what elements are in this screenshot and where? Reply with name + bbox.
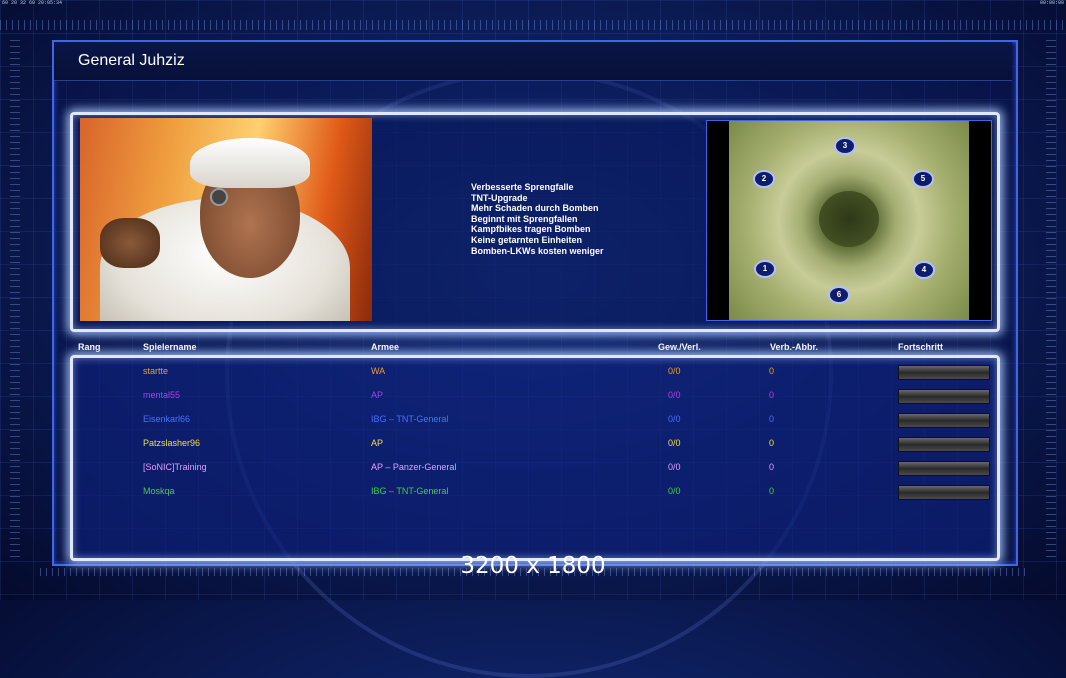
column-header-wins: Gew./Verl.: [658, 342, 701, 352]
player-name: Moskqa: [143, 486, 175, 496]
map-preview: 1 2 3 4 5 6: [706, 120, 992, 321]
column-header-player: Spielername: [143, 342, 197, 352]
player-name: Patzslasher96: [143, 438, 201, 448]
bonus-item: Mehr Schaden durch Bomben: [471, 203, 599, 214]
table-row[interactable]: Moskqa IBG – TNT-General 0/0 0: [70, 480, 994, 504]
progress-bar: [898, 485, 990, 500]
bonus-item: Kampfbikes tragen Bomben: [471, 224, 591, 235]
progress-bar: [898, 461, 990, 476]
start-slot-5: 5: [912, 170, 934, 188]
player-name: startte: [143, 366, 169, 376]
column-header-disconnects: Verb.-Abbr.: [770, 342, 819, 352]
bonus-item: Beginnt mit Sprengfallen: [471, 213, 578, 224]
player-wins-losses: 0/0: [668, 390, 681, 400]
bonus-item: TNT-Upgrade: [471, 192, 528, 203]
table-row[interactable]: startte WA 0/0 0: [70, 360, 994, 384]
column-header-progress: Fortschritt: [898, 342, 943, 352]
start-slot-2: 2: [753, 170, 775, 188]
start-slot-1: 1: [754, 260, 776, 278]
bonus-item: Bomben-LKWs kosten weniger: [471, 245, 604, 256]
map-terrain: 1 2 3 4 5 6: [729, 121, 969, 320]
player-disconnects: 0: [769, 390, 775, 400]
general-portrait: [80, 118, 372, 321]
portrait-hand: [100, 218, 160, 268]
player-army: AP: [371, 438, 384, 448]
portrait-headset-icon: [210, 188, 228, 206]
top-status-right: 00:00:00: [1039, 0, 1064, 6]
resolution-overlay: 3200 x 1800: [460, 553, 606, 579]
progress-bar: [898, 389, 990, 404]
table-row[interactable]: [SoNIC]Training AP – Panzer-General 0/0 0: [70, 456, 994, 480]
progress-bar: [898, 437, 990, 452]
ruler-left: [10, 40, 20, 560]
player-disconnects: 0: [769, 462, 775, 472]
general-bonus-list: Verbesserte Sprengfalle TNT-Upgrade Mehr…: [471, 182, 604, 256]
start-slot-4: 4: [913, 261, 935, 279]
player-name: mental55: [143, 390, 181, 400]
player-army: IBG – TNT-General: [371, 486, 449, 496]
player-disconnects: 0: [769, 438, 775, 448]
title-bar: General Juhziz: [54, 42, 1012, 81]
ruler-top: [0, 20, 1066, 30]
start-slot-3: 3: [834, 137, 856, 155]
player-army: AP: [371, 390, 384, 400]
top-status-left: 60 20 32 60 20:05:34: [2, 0, 63, 6]
portrait-turban: [190, 138, 310, 188]
player-wins-losses: 0/0: [668, 414, 681, 424]
player-wins-losses: 0/0: [668, 366, 681, 376]
player-disconnects: 0: [769, 486, 775, 496]
player-wins-losses: 0/0: [668, 486, 681, 496]
general-title: General Juhziz: [78, 52, 185, 69]
map-center-crater: [819, 191, 879, 247]
player-army: IBG – TNT-General: [371, 414, 449, 424]
player-army: AP – Panzer-General: [371, 462, 457, 472]
table-row[interactable]: Eisenkarl66 IBG – TNT-General 0/0 0: [70, 408, 994, 432]
player-disconnects: 0: [769, 366, 775, 376]
start-slot-6: 6: [828, 286, 850, 304]
table-row[interactable]: mental55 AP 0/0 0: [70, 384, 994, 408]
progress-bar: [898, 413, 990, 428]
column-header-rank: Rang: [78, 342, 101, 352]
column-header-army: Armee: [371, 342, 400, 352]
bonus-item: Verbesserte Sprengfalle: [471, 182, 574, 192]
table-row[interactable]: Patzslasher96 AP 0/0 0: [70, 432, 994, 456]
player-army: WA: [371, 366, 386, 376]
player-name: Eisenkarl66: [143, 414, 191, 424]
bonus-item: Keine getarnten Einheiten: [471, 234, 583, 245]
player-wins-losses: 0/0: [668, 462, 681, 472]
player-wins-losses: 0/0: [668, 438, 681, 448]
top-status-bar: 60 20 32 60 20:05:34 00:00:00: [0, 0, 1066, 6]
ruler-right: [1046, 40, 1056, 560]
player-name: [SoNIC]Training: [143, 462, 207, 472]
player-disconnects: 0: [769, 414, 775, 424]
progress-bar: [898, 365, 990, 380]
